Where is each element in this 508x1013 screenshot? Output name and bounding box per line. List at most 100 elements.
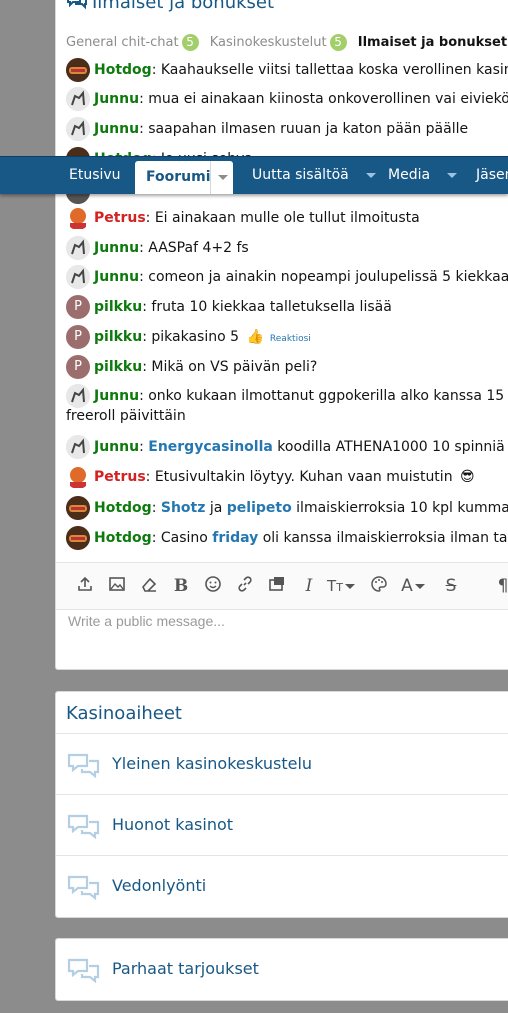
chat-bubbles-icon — [67, 0, 87, 10]
message-text: : pikakasino 5 — [142, 329, 244, 345]
message-text: : Kaahaukselle viitsi tallettaa koska ve… — [151, 62, 508, 78]
nav-label: Foorumi — [146, 169, 211, 185]
bold-icon[interactable]: B — [170, 575, 192, 597]
nav-jasenet[interactable]: Jäsen — [476, 157, 508, 194]
username[interactable]: pilkku — [94, 329, 142, 345]
message-editor — [56, 608, 508, 666]
username[interactable]: Junnu — [94, 240, 139, 256]
username[interactable]: pilkku — [94, 299, 142, 315]
message-text: : saapahan ilmasen ruuan ja katon pään p… — [139, 121, 469, 137]
tab-count-badge: 5 — [329, 34, 347, 51]
avatar-pilkku[interactable]: P — [66, 325, 90, 349]
forum-bubbles-icon — [67, 753, 100, 778]
node-parhaat-tarjoukset[interactable]: Parhaat tarjoukset — [56, 939, 508, 1000]
media-icon[interactable] — [266, 575, 288, 597]
avatar-junnu[interactable] — [66, 265, 90, 289]
avatar-petrus[interactable] — [66, 206, 90, 230]
tab-label: Ilmaiset ja bonukset — [357, 35, 508, 50]
message-text: : Casino — [151, 530, 213, 546]
paragraph-icon[interactable]: ¶ — [492, 575, 508, 597]
forum-bubbles-icon — [67, 875, 100, 900]
node-yleinen-kasinokeskustelu[interactable]: Yleinen kasinokeskustelu — [56, 733, 508, 795]
avatar-pilkku[interactable]: P — [66, 295, 90, 319]
message-text: : fruta 10 kiekkaa talletuksella lisää — [142, 299, 392, 315]
node-title[interactable]: Parhaat tarjoukset — [112, 959, 259, 978]
upload-icon[interactable] — [74, 575, 96, 597]
avatar-pilkku[interactable]: P — [66, 355, 90, 379]
username[interactable]: Junnu — [94, 91, 139, 107]
username[interactable]: Hotdog — [94, 62, 152, 78]
casino-topics-block: Kasinoaiheet Yleinen kasinokeskustelu Hu… — [55, 691, 508, 918]
username[interactable]: Junnu — [94, 121, 139, 137]
avatar-petrus[interactable] — [66, 465, 90, 489]
message-input[interactable] — [66, 612, 508, 630]
thumbs-up-emoji: 👍 — [246, 329, 264, 345]
node-title[interactable]: Vedonlyönti — [112, 876, 206, 895]
message-text: : onko kukaan ilmottanut ggpokerilla alk… — [139, 388, 508, 404]
sunglasses-emoji: 😎 — [460, 469, 475, 485]
tab-ilmaiset-ja-bonukset[interactable]: Ilmaiset ja bonukset5 — [358, 34, 508, 51]
username[interactable]: pilkku — [94, 359, 142, 375]
nav-label: Uutta sisältöä — [252, 167, 349, 183]
mention-link[interactable]: Energycasinolla — [148, 439, 273, 455]
message-text: : Etusivultakin löytyy. Kuhan vaan muist… — [145, 469, 458, 485]
username[interactable]: Hotdog — [94, 500, 152, 516]
avatar-junnu[interactable] — [66, 384, 90, 408]
image-icon[interactable] — [106, 575, 128, 597]
main-navbar: Etusivu Foorumi Uutta sisältöä Media Jäs… — [0, 156, 508, 194]
avatar-junnu[interactable] — [66, 236, 90, 260]
message-text: ilmaiskierroksia 10 kpl kummassaki — [296, 500, 508, 516]
smiley-icon[interactable] — [202, 575, 224, 597]
nav-foorumi[interactable]: Foorumi — [135, 161, 233, 194]
username[interactable]: Junnu — [94, 269, 139, 285]
mention-link[interactable]: pelipeto — [227, 500, 292, 516]
block-title[interactable]: Kasinoaiheet — [66, 703, 182, 724]
italic-icon[interactable]: I — [298, 575, 320, 597]
reaction-link[interactable]: Reaktiosi — [270, 334, 311, 344]
node-title[interactable]: Yleinen kasinokeskustelu — [112, 754, 312, 773]
username[interactable]: Petrus — [94, 210, 146, 226]
message-text: koodilla ATHENA1000 10 spinniä — [272, 439, 508, 455]
node-huonot-kasinot[interactable]: Huonot kasinot — [56, 794, 508, 856]
nav-media[interactable]: Media — [388, 157, 458, 194]
forum-bubbles-icon — [67, 814, 100, 839]
tab-kasinokeskustelut[interactable]: Kasinokeskustelut 5 — [210, 34, 347, 51]
nav-label: Media — [388, 167, 431, 183]
chat-panel: Ilmaiset ja bonukset General chit-chat 5 … — [55, 0, 508, 670]
nav-uutta-sisaltoa[interactable]: Uutta sisältöä — [252, 157, 376, 194]
username[interactable]: Junnu — [94, 439, 139, 455]
avatar-junnu[interactable] — [66, 87, 90, 111]
font-icon[interactable]: A — [398, 575, 428, 597]
chat-tabs: General chit-chat 5 Kasinokeskustelut 5 Il… — [66, 34, 508, 56]
strikethrough-icon[interactable]: S — [440, 575, 462, 597]
palette-icon[interactable] — [368, 575, 390, 597]
chat-title: Ilmaiset ja bonukset — [66, 0, 274, 13]
node-title[interactable]: Huonot kasinot — [112, 815, 233, 834]
message-text: : Mikä on VS päivän peli? — [142, 359, 318, 375]
message-text: : comeon ja ainakin nopeampi joulupeliss… — [139, 269, 508, 285]
mention-link[interactable]: Shotz — [161, 500, 206, 516]
username[interactable]: Hotdog — [94, 530, 152, 546]
message-text: : Ei ainakaan mulle ole tullut ilmoitust… — [145, 210, 420, 226]
message-text-continuation: freeroll päivittäin — [66, 408, 186, 424]
tab-label: General chit-chat — [66, 35, 179, 50]
tab-general-chit-chat[interactable]: General chit-chat 5 — [66, 34, 199, 51]
message-text: : AASPaf 4+2 fs — [139, 240, 249, 256]
message-text: oli kanssa ilmaiskierroksia ilman tallet… — [262, 530, 508, 546]
nav-etusivu[interactable]: Etusivu — [69, 157, 121, 194]
message-text: : mua ei ainakaan kiinosta onkoverolline… — [139, 91, 508, 107]
username[interactable]: Junnu — [94, 388, 139, 404]
message-text: ja — [205, 500, 227, 516]
node-vedonlyonti[interactable]: Vedonlyönti — [56, 855, 508, 917]
avatar-hotdog[interactable] — [66, 58, 90, 82]
link-icon[interactable] — [234, 575, 256, 597]
avatar-hotdog[interactable] — [66, 526, 90, 550]
avatar-junnu[interactable] — [66, 435, 90, 459]
text-size-icon[interactable]: TT — [326, 575, 356, 597]
avatar-junnu[interactable] — [66, 117, 90, 141]
username[interactable]: Petrus — [94, 469, 146, 485]
eraser-icon[interactable] — [138, 575, 160, 597]
editor-toolbar: B I TT A S ¶ — [56, 562, 508, 610]
avatar-hotdog[interactable] — [66, 496, 90, 520]
mention-link[interactable]: friday — [212, 530, 258, 546]
